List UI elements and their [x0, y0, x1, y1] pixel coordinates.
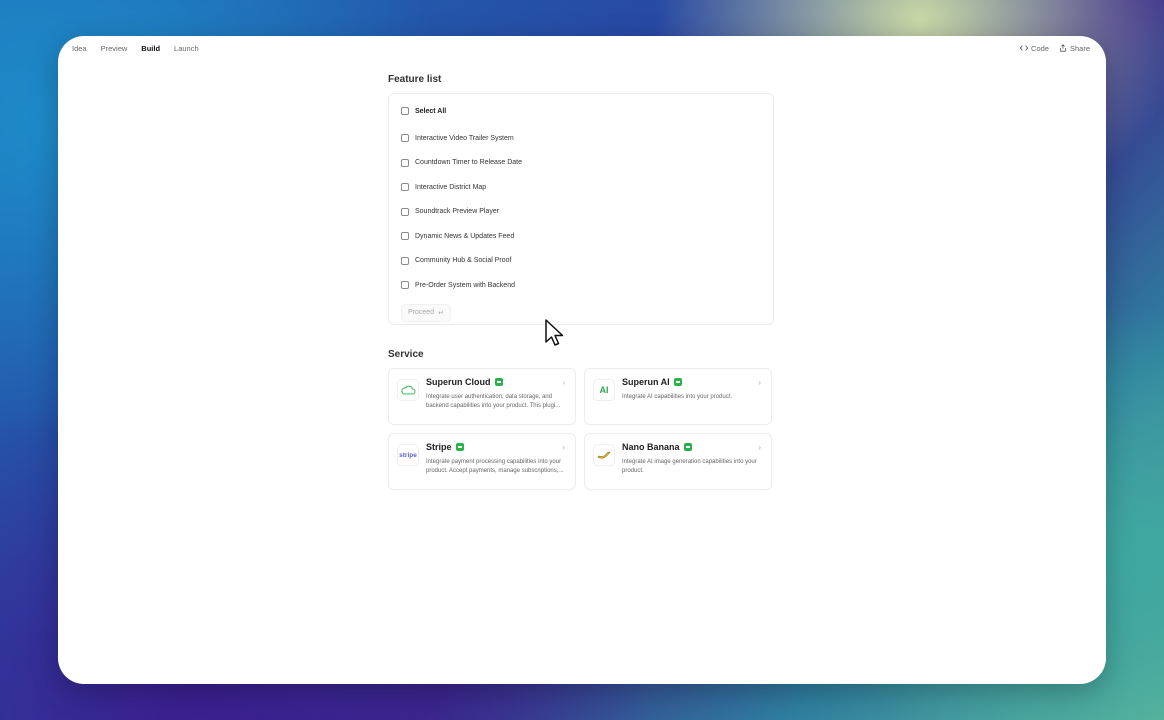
feature-label: Countdown Timer to Release Date [415, 159, 522, 167]
feature-checkbox[interactable] [401, 134, 409, 143]
share-icon [1060, 44, 1066, 52]
feature-label: Community Hub & Social Proof [415, 257, 512, 265]
feature-checkbox[interactable] [401, 232, 409, 241]
feature-list-card: Select All Interactive Video Trailer Sys… [388, 93, 774, 325]
share-button[interactable]: Share [1059, 44, 1090, 53]
main-content: Feature list Select All Interactive Vide… [388, 74, 774, 490]
feature-checkbox[interactable] [401, 256, 409, 265]
proceed-button[interactable]: Proceed ↵ [401, 303, 451, 322]
feature-checkbox[interactable] [401, 158, 409, 167]
service-grid: Superun Cloud Integrate user authenticat… [388, 368, 774, 490]
service-card-superun-ai[interactable]: AI Superun AI Integrate AI capabilities … [584, 368, 772, 425]
service-description: Integrate user authentication, data stor… [426, 394, 561, 409]
service-title: Service [388, 349, 424, 360]
service-name: Nano Banana [622, 442, 680, 452]
feature-item[interactable]: Interactive Video Trailer System [401, 126, 761, 151]
service-description: Integrate AI capabilities into your prod… [622, 394, 733, 400]
feature-item[interactable]: Interactive District Map [401, 175, 761, 200]
chevron-right-icon: › [562, 443, 565, 452]
code-label: Code [1031, 43, 1049, 53]
tab-launch[interactable]: Launch [168, 41, 205, 56]
select-all-checkbox[interactable] [401, 107, 409, 115]
code-icon [1020, 45, 1029, 51]
chevron-right-icon: › [758, 378, 761, 387]
feature-item[interactable]: Countdown Timer to Release Date [401, 151, 761, 176]
feature-item[interactable]: Community Hub & Social Proof [401, 249, 761, 274]
chevron-right-icon: › [758, 443, 761, 452]
proceed-label: Proceed [408, 309, 435, 316]
tab-idea[interactable]: Idea [66, 41, 93, 56]
feature-item[interactable]: Dynamic News & Updates Feed [401, 224, 761, 249]
chevron-right-icon: › [562, 378, 565, 387]
enter-icon: ↵ [438, 309, 444, 317]
feature-list-title: Feature list [388, 74, 442, 85]
feature-label: Soundtrack Preview Player [415, 208, 500, 216]
service-card-nano-banana[interactable]: Nano Banana Integrate AI image generatio… [584, 433, 772, 490]
mode-tabs: Idea Preview Build Launch [66, 41, 205, 56]
stripe-icon: stripe [397, 444, 419, 466]
banana-icon [593, 444, 615, 466]
stripe-logo-text: stripe [399, 451, 417, 459]
share-label: Share [1069, 43, 1090, 53]
feature-label: Interactive Video Trailer System [415, 134, 514, 142]
service-description: Integrate AI image generation capabiliti… [622, 459, 757, 474]
cloud-icon [397, 379, 419, 401]
top-actions: Code Share [1020, 44, 1090, 53]
feature-item[interactable]: Pre-Order System with Backend [401, 273, 761, 298]
feature-checkbox[interactable] [401, 281, 409, 290]
top-bar: Idea Preview Build Launch Code Share [58, 36, 1106, 60]
select-all-label: Select All [415, 107, 447, 115]
service-card-stripe[interactable]: stripe Stripe Integrate payment processi… [388, 433, 576, 490]
feature-checkbox[interactable] [401, 183, 409, 192]
app-window: Idea Preview Build Launch Code Share Fea… [58, 36, 1106, 684]
ai-logo-text: AI [599, 385, 609, 395]
feature-label: Pre-Order System with Backend [415, 281, 515, 289]
code-button[interactable]: Code [1020, 44, 1049, 53]
new-badge-icon [455, 443, 464, 451]
service-card-superun-cloud[interactable]: Superun Cloud Integrate user authenticat… [388, 368, 576, 425]
select-all-row[interactable]: Select All [401, 104, 761, 118]
tab-preview[interactable]: Preview [95, 41, 134, 56]
new-badge-icon [494, 378, 503, 386]
tab-build[interactable]: Build [135, 41, 166, 56]
feature-checkbox[interactable] [401, 207, 409, 216]
feature-item[interactable]: Soundtrack Preview Player [401, 200, 761, 225]
new-badge-icon [683, 443, 692, 451]
service-description: Integrate payment processing capabilitie… [426, 459, 564, 474]
ai-icon: AI [593, 379, 615, 401]
service-name: Superun AI [622, 377, 670, 387]
new-badge-icon [673, 378, 682, 386]
service-name: Superun Cloud [426, 377, 491, 387]
feature-label: Dynamic News & Updates Feed [415, 232, 515, 240]
service-name: Stripe [426, 442, 452, 452]
mouse-cursor-icon [545, 319, 564, 346]
feature-label: Interactive District Map [415, 183, 487, 191]
